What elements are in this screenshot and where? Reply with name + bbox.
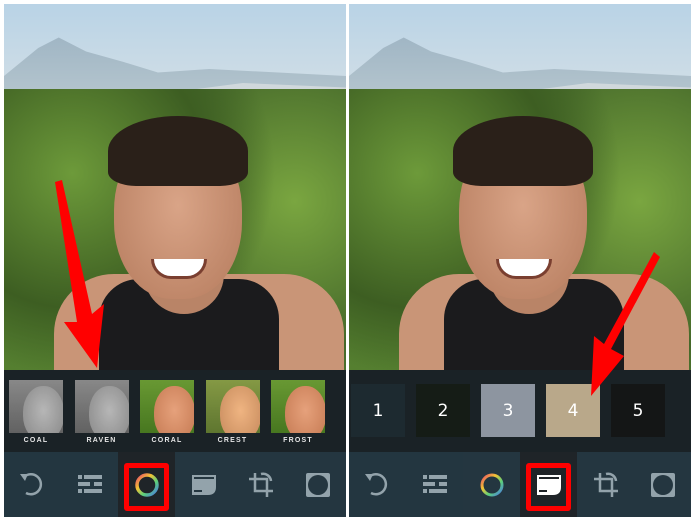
crop-rotate-icon	[593, 471, 618, 497]
undo-icon	[364, 472, 387, 496]
red-arrow-annotation	[55, 180, 104, 368]
film-texture-icon	[536, 474, 561, 495]
adjust-sliders-icon	[77, 474, 102, 493]
red-arrow-annotation	[591, 252, 660, 396]
crop-rotate-icon	[248, 471, 273, 497]
adjust-sliders-icon	[422, 474, 447, 493]
film-texture-icon	[191, 474, 216, 495]
editor-panel-filters: COAL RAVEN CORAL CREST FROST	[4, 4, 346, 517]
vignette-icon	[305, 472, 330, 497]
vignette-icon	[650, 472, 675, 497]
filter-ring-icon	[134, 472, 159, 497]
editor-panel-textures: 12345	[349, 4, 691, 517]
undo-icon	[19, 472, 42, 496]
filter-ring-icon	[480, 473, 503, 496]
